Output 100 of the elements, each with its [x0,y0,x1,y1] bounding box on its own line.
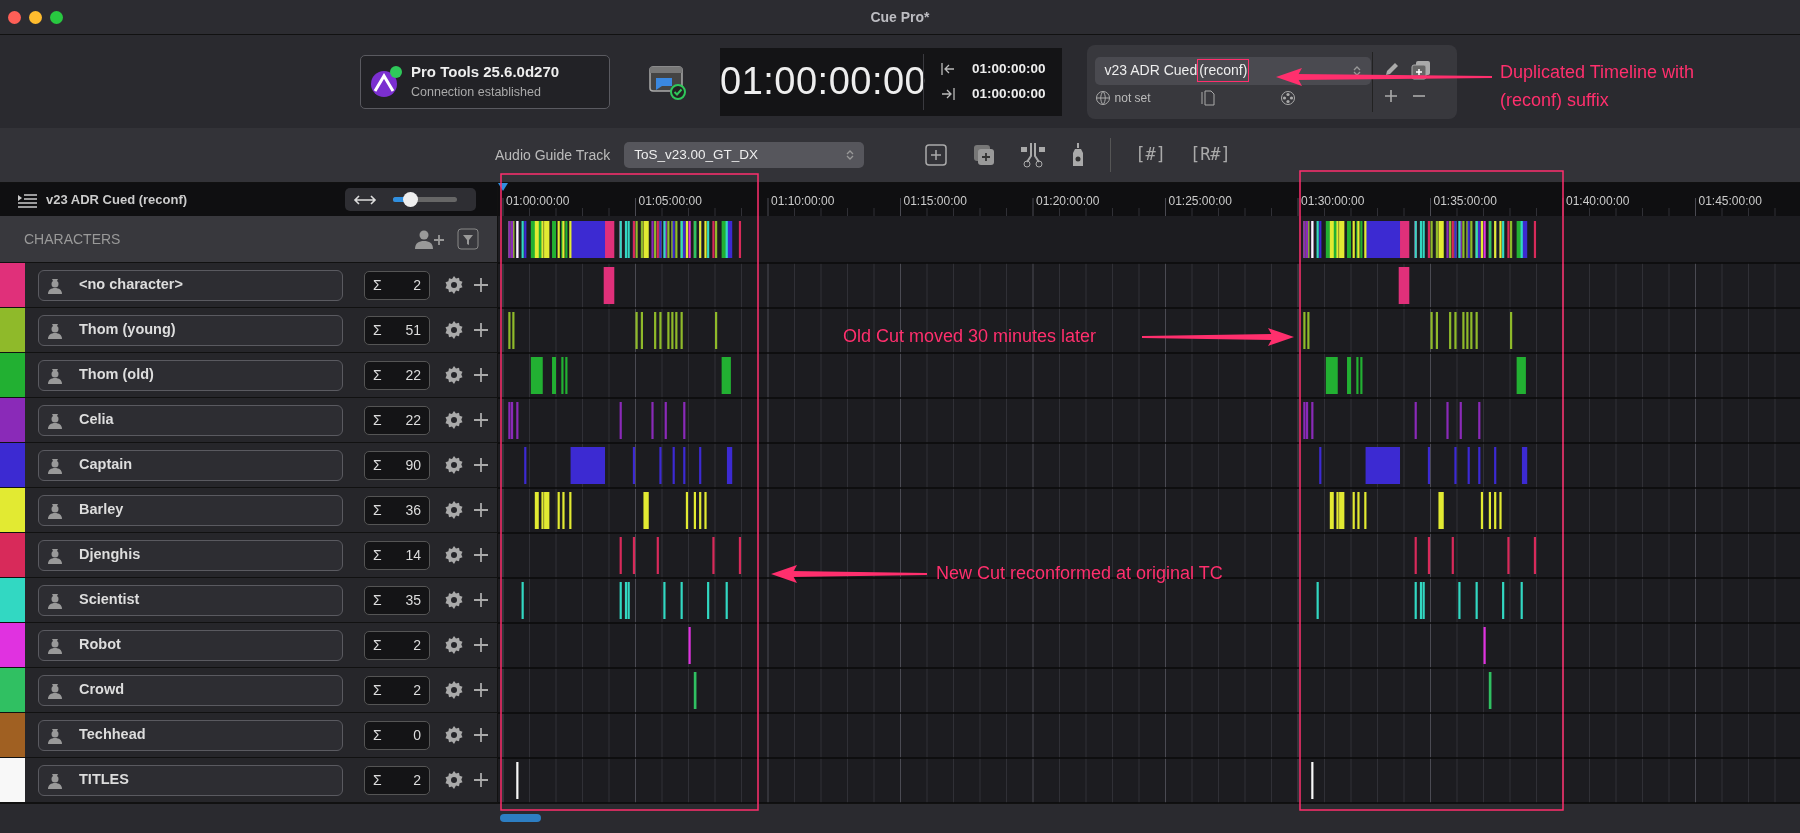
window-title: Cue Pro* [870,7,930,27]
duplicate-add-icon[interactable] [972,143,997,167]
tool-button[interactable]: [#] [1135,142,1166,168]
gear-icon[interactable] [444,320,464,340]
add-character-icon[interactable] [413,229,445,249]
scroll-thumb[interactable] [500,814,541,822]
character-name-field[interactable]: TITLES [38,764,343,796]
window-control[interactable] [29,10,42,24]
monitor-check-icon[interactable] [648,63,688,100]
gear-icon[interactable] [444,635,464,655]
out-timecode: 01:00:00:00 [972,84,1046,103]
person-icon [47,546,63,564]
window-control[interactable] [50,10,63,24]
plus-icon[interactable] [472,456,490,474]
character-name-field[interactable]: Crowd [38,674,343,706]
person-icon [47,366,63,384]
tool-button[interactable]: [R#] [1189,142,1231,168]
gear-icon[interactable] [444,590,464,610]
character-name-field[interactable]: Thom (young) [38,314,343,346]
count-value: 22 [405,410,421,430]
ruler-label: 01:25:00:00 [1168,194,1232,208]
character-name-field[interactable]: Captain [38,449,343,481]
character-name: Robot [79,635,121,655]
person-icon [47,321,63,339]
person-icon [47,681,63,699]
plus-icon[interactable] [472,546,490,564]
section-header: CHARACTERS [24,229,121,249]
ruler-label: 01:00:00:00 [506,194,570,208]
person-icon [47,726,63,744]
plus-icon[interactable] [472,636,490,654]
list-icon[interactable] [16,191,38,208]
character-name-field[interactable]: Barley [38,494,343,526]
plus-icon[interactable] [472,411,490,429]
sum-symbol: Σ [373,680,382,700]
character-name-field[interactable]: Celia [38,404,343,436]
gear-icon[interactable] [444,500,464,520]
gear-icon[interactable] [444,545,464,565]
zoom-control[interactable] [345,188,476,211]
ruler-label: 01:15:00:00 [903,194,967,208]
character-name-field[interactable]: Djenghis [38,539,343,571]
ruler-label: 01:35:00:00 [1433,194,1497,208]
annotation-text: Duplicated Timeline with (reconf) suffix [1500,61,1695,112]
out-point-icon [940,85,956,102]
person-icon [47,276,63,294]
gear-icon[interactable] [444,770,464,790]
character-name-field[interactable]: Thom (old) [38,359,343,391]
gear-icon[interactable] [444,365,464,385]
character-name: Celia [79,410,114,430]
plus-icon[interactable] [472,276,490,294]
plus-icon[interactable] [472,366,490,384]
in-point-icon [940,61,956,78]
plus-icon[interactable] [472,771,490,789]
guide-track-label: Audio Guide Track [495,145,611,165]
plus-icon[interactable] [472,321,490,339]
horizontal-arrows-icon[interactable] [353,192,377,207]
film-reel-icon[interactable] [1279,89,1296,106]
count-value: 2 [413,770,421,790]
character-name-field[interactable]: Techhead [38,719,343,751]
sum-symbol: Σ [373,770,382,790]
count-value: 2 [413,275,421,295]
plus-icon[interactable] [472,501,490,519]
plus-icon[interactable] [472,591,490,609]
zoom-slider[interactable] [393,192,457,207]
guide-track-dropdown[interactable]: ToS_v23.00_GT_DX [624,142,865,168]
character-name: Thom (young) [79,320,176,340]
gear-icon[interactable] [444,680,464,700]
person-icon [47,636,63,654]
plus-icon[interactable] [472,726,490,744]
timeline-dropdown[interactable]: v23 ADR Cued(reconf) [1094,56,1371,85]
sum-symbol: Σ [373,410,382,430]
gear-icon[interactable] [444,410,464,430]
timeline-name: v23 ADR Cued (reconf) [46,190,188,209]
slider-thumb[interactable] [403,192,419,207]
ruler-label: 01:40:00:00 [1566,194,1630,208]
character-name: <no character> [79,275,183,295]
filter-icon[interactable] [457,228,479,250]
count-value: 51 [405,320,421,340]
gear-icon[interactable] [444,725,464,745]
add-box-icon[interactable] [924,143,949,167]
character-name-field[interactable]: <no character> [38,269,343,301]
character-name-field[interactable]: Scientist [38,584,343,616]
count-value: 0 [413,725,421,745]
globe-icon[interactable] [1094,89,1111,106]
scissors-icon[interactable] [1020,142,1047,168]
person-icon [47,456,63,474]
plus-icon[interactable] [1382,87,1399,104]
sum-symbol: Σ [373,455,382,475]
person-icon [47,501,63,519]
window-control[interactable] [8,10,21,24]
sum-symbol: Σ [373,320,382,340]
gear-icon[interactable] [444,455,464,475]
connection-panel[interactable]: Pro Tools 25.6.0d270 Connection established [360,54,610,109]
count-value: 22 [405,365,421,385]
ruler-label: 01:10:00:00 [771,194,835,208]
timecode-display: 01:00:00:00 [720,59,923,104]
character-name-field[interactable]: Robot [38,629,343,661]
gear-icon[interactable] [444,275,464,295]
document-icon[interactable] [1200,89,1215,106]
language-setting: not set [1114,89,1151,107]
plus-icon[interactable] [472,681,490,699]
